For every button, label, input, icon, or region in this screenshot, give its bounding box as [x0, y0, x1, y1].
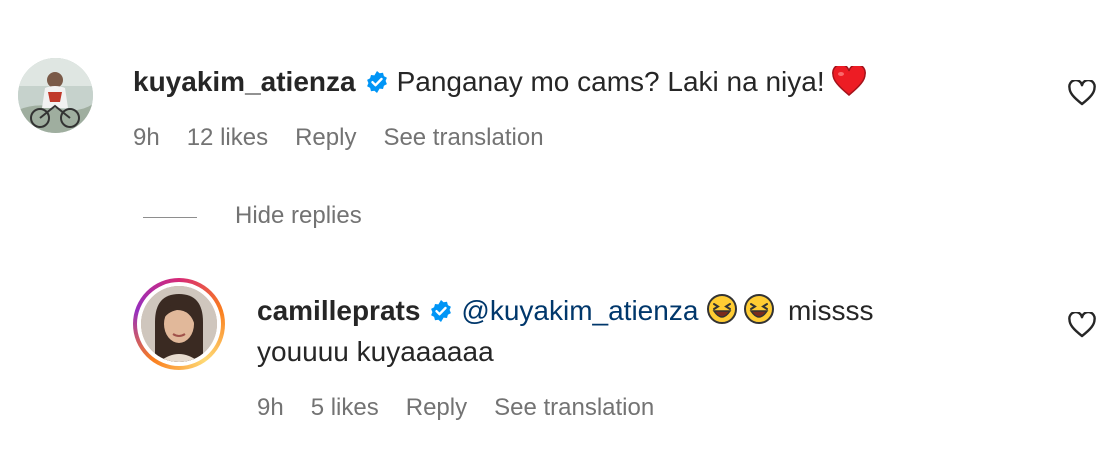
avatar[interactable]: [141, 286, 217, 362]
reply-likes-count[interactable]: 5 likes: [311, 394, 379, 421]
like-heart-icon[interactable]: [1068, 78, 1096, 111]
reply-username[interactable]: camilleprats: [257, 295, 420, 326]
comment-text-row: kuyakim_atienza Panganay mo cams? Laki na…: [133, 63, 871, 105]
comment-meta: 9h 12 likes Reply See translation: [133, 124, 571, 152]
mention-link[interactable]: @kuyakim_atienza: [461, 295, 698, 326]
avatar-photo: [141, 286, 217, 362]
story-ring[interactable]: [133, 278, 225, 370]
verified-badge-icon: [429, 296, 453, 332]
reply-button[interactable]: Reply: [406, 394, 467, 421]
see-translation-button[interactable]: See translation: [494, 394, 654, 421]
red-heart-icon: [832, 63, 867, 105]
like-heart-icon[interactable]: [1068, 310, 1096, 343]
reply-text-row: camilleprats @kuyakim_atienza missss: [257, 293, 874, 334]
reply-text-tail: missss: [787, 295, 874, 326]
reply-button[interactable]: Reply: [295, 124, 356, 151]
see-translation-button[interactable]: See translation: [383, 124, 543, 151]
laughing-face-icon: [706, 293, 738, 334]
reply-time[interactable]: 9h: [257, 394, 284, 421]
reply-comment: camilleprats @kuyakim_atienza missss youu…: [0, 278, 1120, 438]
comment-text: Panganay mo cams? Laki na niya!: [396, 66, 825, 97]
avatar[interactable]: [18, 58, 93, 133]
comment-username[interactable]: kuyakim_atienza: [133, 66, 356, 97]
avatar-photo: [18, 58, 93, 133]
reply-meta: 9h 5 likes Reply See translation: [257, 394, 681, 422]
comment-likes-count[interactable]: 12 likes: [187, 124, 268, 151]
comment: kuyakim_atienza Panganay mo cams? Laki na…: [0, 52, 1120, 172]
replies-divider-line: [143, 217, 197, 218]
hide-replies-label[interactable]: Hide replies: [235, 202, 362, 230]
verified-badge-icon: [365, 67, 389, 103]
laughing-face-icon: [743, 293, 775, 334]
reply-text-line2: youuuu kuyaaaaaa: [257, 336, 494, 367]
comment-time[interactable]: 9h: [133, 124, 160, 151]
